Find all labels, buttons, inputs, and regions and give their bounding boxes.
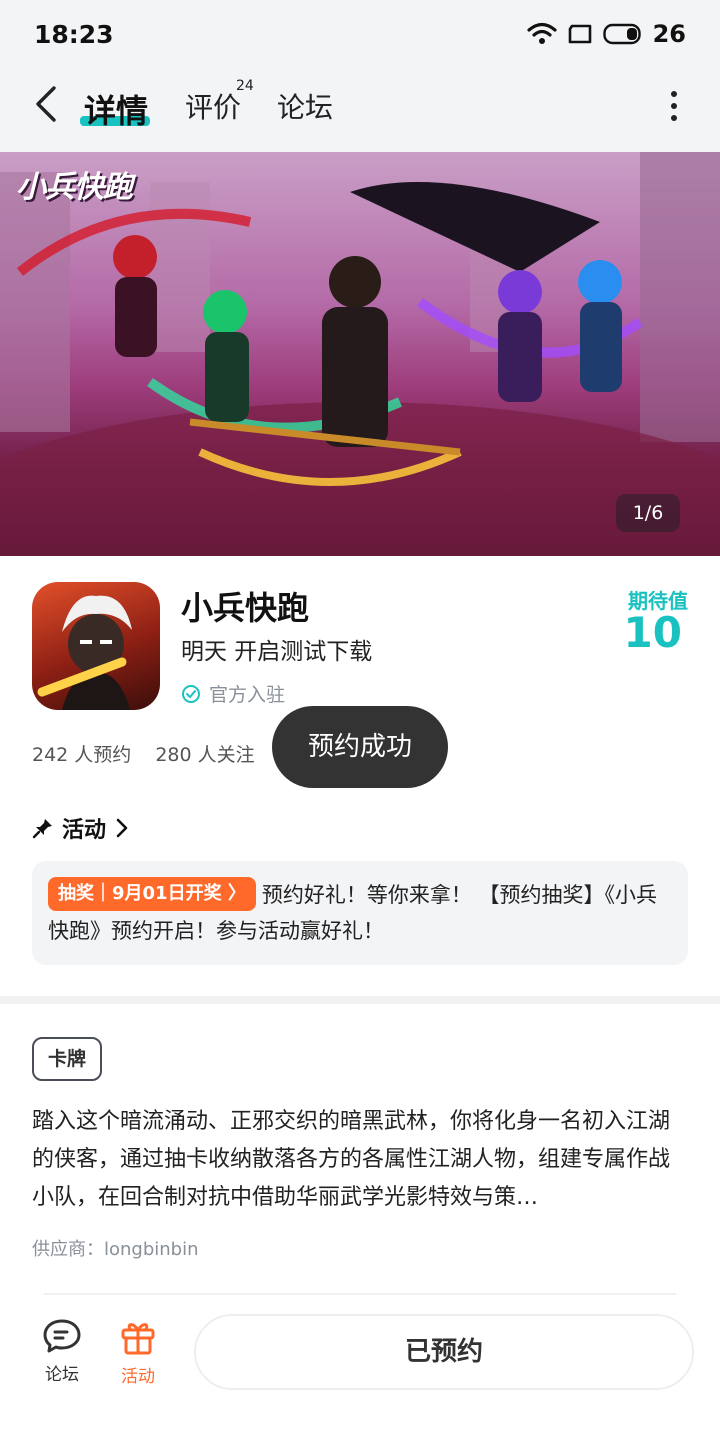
expectation-value: 10 xyxy=(623,608,682,657)
more-options-icon[interactable] xyxy=(662,88,686,124)
toast-message: 预约成功 xyxy=(272,706,448,788)
bottom-activity-label: 活动 xyxy=(121,1367,155,1387)
game-description[interactable]: 踏入这个暗流涌动、正邪交织的暗黑武林，你将化身一名初入江湖的侠客，通过抽卡收纳散… xyxy=(32,1103,688,1217)
pin-icon xyxy=(32,819,52,839)
top-nav: 详情 评价 24 论坛 xyxy=(0,70,720,152)
banner-game-logo: 小兵快跑 xyxy=(16,170,133,205)
official-badge: 官方入驻 xyxy=(181,680,285,707)
reservation-count: 242 人预约 xyxy=(32,744,132,766)
banner-page-counter: 1/6 xyxy=(616,494,680,532)
gift-icon xyxy=(121,1323,155,1355)
battery-level: 26 xyxy=(652,20,686,48)
back-icon[interactable] xyxy=(28,84,68,124)
game-app-icon xyxy=(32,582,160,710)
game-stats: 242 人预约 280 人关注 xyxy=(32,740,255,767)
wifi-icon xyxy=(526,22,557,44)
activity-section-header[interactable]: 活动 xyxy=(32,812,130,844)
activity-card[interactable]: 抽奖｜9月01日开奖 〉预约好礼！等你来拿！ 【预约抽奖】《小兵快跑》预约开启！… xyxy=(32,861,688,965)
genre-tag[interactable]: 卡牌 xyxy=(32,1037,103,1081)
screen-icon xyxy=(568,24,591,44)
check-circle-icon xyxy=(182,684,200,703)
bottom-forum-label: 论坛 xyxy=(45,1365,79,1385)
tab-review[interactable]: 评价 xyxy=(185,86,241,126)
tab-forum[interactable]: 论坛 xyxy=(277,86,333,126)
bottom-activity-button[interactable]: 活动 xyxy=(108,1318,168,1387)
supplier-label: 供应商：longbinbin xyxy=(32,1239,199,1260)
bottom-divider xyxy=(44,1293,676,1295)
official-label: 官方入驻 xyxy=(209,684,286,706)
bottom-forum-button[interactable]: 论坛 xyxy=(32,1318,92,1385)
review-count-badge: 24 xyxy=(236,78,254,94)
banner-artwork xyxy=(0,152,720,556)
lottery-tag: 抽奖｜9月01日开奖 〉 xyxy=(48,877,256,911)
section-divider xyxy=(0,996,720,1004)
game-icon-artwork xyxy=(37,595,132,710)
game-title: 小兵快跑 xyxy=(181,589,310,627)
battery-icon xyxy=(602,23,641,45)
banner-carousel[interactable]: 小兵快跑 1/6 xyxy=(0,152,720,556)
forum-chat-icon xyxy=(43,1319,81,1353)
game-release-status: 明天 开启测试下载 xyxy=(181,639,373,665)
activity-header-label: 活动 xyxy=(62,818,107,843)
follower-count: 280 人关注 xyxy=(155,744,255,766)
status-bar: 18:23 26 xyxy=(0,0,720,70)
tab-detail[interactable]: 详情 xyxy=(84,86,148,132)
status-time: 18:23 xyxy=(34,20,114,49)
chevron-right-icon xyxy=(116,818,128,838)
reserved-button[interactable]: 已预约 xyxy=(194,1314,694,1390)
status-icons: 26 xyxy=(526,20,686,48)
